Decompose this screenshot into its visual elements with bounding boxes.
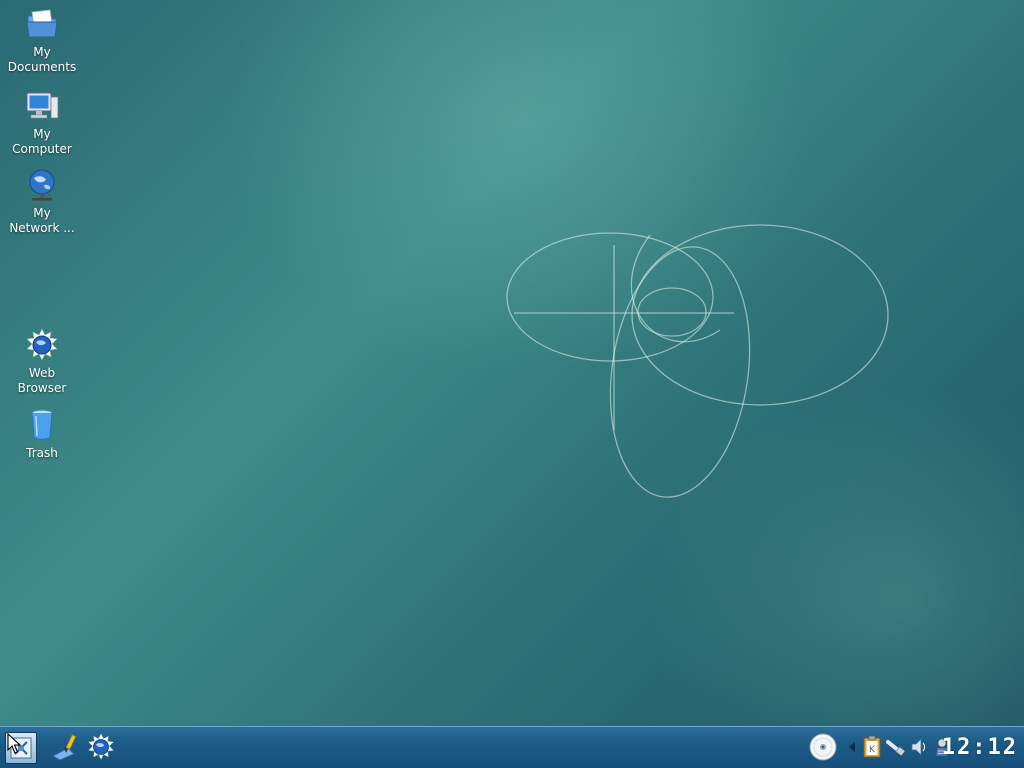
network-tray-icon[interactable] (886, 735, 906, 759)
klipper-tray-icon[interactable]: K (862, 735, 882, 759)
desktop-icon-label: My Network ... (9, 206, 75, 235)
network-cable-icon (886, 740, 906, 757)
web-browser-icon (26, 328, 58, 361)
folder-icon (26, 9, 58, 38)
clipboard-icon: K (863, 735, 881, 758)
desktop-icon-label: Web Browser (17, 366, 67, 395)
volume-tray-icon[interactable] (909, 735, 929, 759)
cd-icon (809, 733, 837, 761)
taskbar: K 12:12 (0, 726, 1024, 768)
desktop-icon-label: Trash (26, 446, 58, 460)
arrow-left-icon (849, 742, 855, 752)
taskbar-clock[interactable]: 12:12 (942, 733, 1018, 763)
desktop-icon-trash[interactable]: Trash (0, 407, 84, 461)
computer-icon (26, 92, 59, 119)
cd-drive-tray-icon[interactable] (808, 732, 838, 762)
web-browser-launcher[interactable] (86, 732, 116, 762)
network-icon (29, 169, 55, 201)
desktop-icon-my-network[interactable]: My Network ... (0, 167, 84, 236)
desktop-icon-my-computer[interactable]: My Computer (0, 88, 84, 157)
desktop-icon-web-browser[interactable]: Web Browser (0, 327, 84, 396)
desktop-editor-launcher[interactable] (50, 732, 80, 762)
desktop-icon-label: My Computer (12, 127, 72, 156)
gear-globe-icon (87, 733, 115, 761)
paint-brush-icon (51, 734, 77, 761)
desktop: My Documents My Computer My Network ... (0, 0, 1024, 726)
wallpaper-swirl-art (506, 224, 889, 498)
trash-icon (31, 409, 53, 440)
kde-menu-icon (10, 737, 32, 759)
desktop-icon-label: My Documents (7, 45, 77, 74)
kde-menu-button[interactable] (5, 732, 37, 764)
tray-expand-button[interactable] (846, 735, 858, 759)
speaker-icon (911, 738, 926, 756)
desktop-icon-my-documents[interactable]: My Documents (0, 6, 84, 75)
